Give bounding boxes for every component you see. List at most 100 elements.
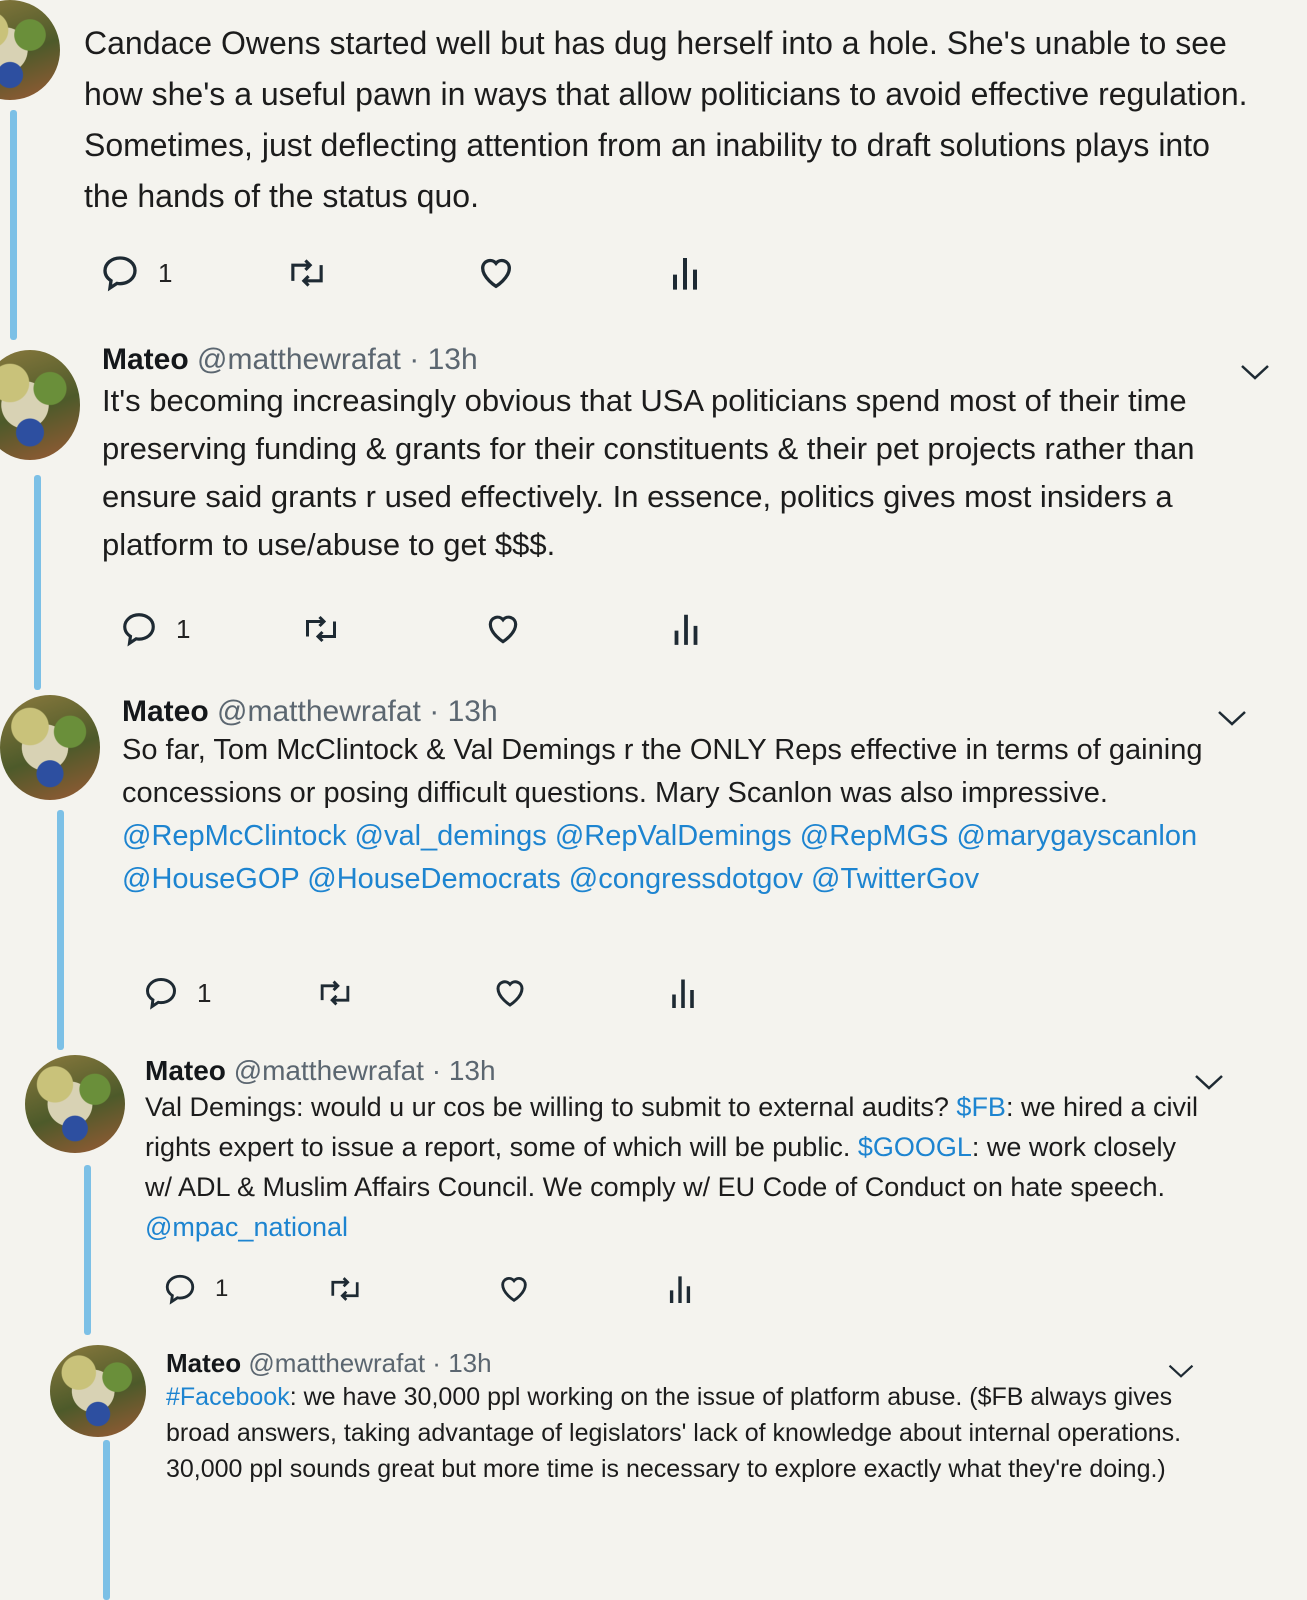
tweet[interactable]: Candace Owens started well but has dug h…	[84, 18, 1264, 222]
retweet-button[interactable]	[285, 253, 329, 293]
like-icon	[488, 615, 518, 644]
reply-count: 1	[176, 613, 191, 644]
user-handle[interactable]: @matthewrafat	[248, 1348, 425, 1378]
analytics-icon	[669, 1276, 691, 1303]
retweet-icon	[320, 980, 350, 1006]
display-name[interactable]: Mateo	[145, 1055, 226, 1086]
tweet-header: Mateo @matthewrafat · 13h	[122, 695, 1232, 729]
retweet-icon	[306, 615, 336, 643]
mention-link[interactable]: @mpac_national	[145, 1212, 348, 1242]
tweet-actions: 1	[143, 975, 723, 1019]
analytics-icon	[673, 258, 697, 290]
thread-line	[57, 810, 64, 1050]
timestamp[interactable]: 13h	[448, 695, 498, 728]
separator-dot: ·	[432, 1348, 441, 1378]
analytics-icon	[674, 614, 698, 645]
tweet-header: Mateo @matthewrafat · 13h	[145, 1055, 1205, 1087]
tweet[interactable]: Mateo @matthewrafat · 13h It's becoming …	[102, 343, 1282, 569]
reply-count: 1	[158, 257, 173, 288]
like-button[interactable]	[496, 1272, 532, 1306]
separator-dot: ·	[409, 343, 420, 376]
display-name[interactable]: Mateo	[122, 695, 209, 728]
tweet-text-plain: Val Demings: would u ur cos be willing t…	[145, 1092, 949, 1122]
tweet[interactable]: Mateo @matthewrafat · 13h Val Demings: w…	[145, 1055, 1205, 1247]
tweet-header: Mateo @matthewrafat · 13h	[166, 1348, 1196, 1379]
like-icon	[480, 258, 512, 289]
tweet-text: #Facebook: we have 30,000 ppl working on…	[166, 1379, 1196, 1487]
user-handle[interactable]: @matthewrafat	[234, 1055, 424, 1086]
retweet-button[interactable]	[300, 610, 342, 648]
reply-icon	[165, 1274, 195, 1305]
tweet-text-plain: : we have 30,000 ppl working on the issu…	[166, 1383, 1182, 1483]
user-handle[interactable]: @matthewrafat	[197, 343, 401, 376]
thread-line	[84, 1165, 91, 1335]
like-icon	[496, 980, 524, 1007]
analytics-button[interactable]	[670, 610, 702, 648]
tweet-header: Mateo @matthewrafat · 13h	[102, 343, 1282, 377]
mention-link[interactable]: @HouseDemocrats	[307, 863, 560, 895]
user-handle[interactable]: @matthewrafat	[217, 695, 421, 728]
like-button[interactable]	[483, 610, 523, 648]
cashtag-link[interactable]: $GOOGL	[858, 1132, 972, 1162]
tweet-text: Val Demings: would u ur cos be willing t…	[145, 1087, 1205, 1247]
reply-button[interactable]: 1	[143, 975, 211, 1011]
tweet[interactable]: Mateo @matthewrafat · 13h So far, Tom Mc…	[122, 695, 1232, 901]
tweet-text: So far, Tom McClintock & Val Demings r t…	[122, 729, 1232, 901]
timestamp[interactable]: 13h	[448, 1348, 491, 1378]
analytics-icon	[672, 979, 694, 1008]
tweet-actions: 1	[120, 610, 740, 654]
tweet-text: It's becoming increasingly obvious that …	[102, 383, 1195, 562]
avatar[interactable]	[25, 1055, 125, 1153]
like-icon	[501, 1277, 527, 1303]
reply-button[interactable]: 1	[163, 1272, 228, 1306]
mention-link[interactable]: @HouseGOP	[122, 863, 299, 895]
retweet-button[interactable]	[326, 1272, 364, 1306]
chevron-down-icon[interactable]	[1238, 360, 1272, 384]
cashtag-link[interactable]: $FB	[956, 1092, 1006, 1122]
reply-icon	[103, 256, 137, 292]
thread-line	[34, 475, 41, 690]
timestamp[interactable]: 13h	[449, 1055, 496, 1086]
display-name[interactable]: Mateo	[102, 343, 189, 376]
reply-count: 1	[215, 1275, 229, 1302]
thread-line	[10, 110, 17, 340]
mention-link[interactable]: @RepMGS	[800, 820, 949, 852]
tweet-text: Candace Owens started well but has dug h…	[84, 25, 1248, 214]
reply-icon	[145, 977, 177, 1010]
separator-dot: ·	[431, 1055, 442, 1086]
timestamp[interactable]: 13h	[428, 343, 478, 376]
hashtag-link[interactable]: #Facebook	[166, 1383, 290, 1411]
avatar[interactable]	[0, 0, 60, 100]
retweet-icon	[291, 259, 323, 287]
avatar[interactable]	[50, 1345, 146, 1437]
tweet[interactable]: Mateo @matthewrafat · 13h #Facebook: we …	[166, 1348, 1196, 1487]
like-button[interactable]	[491, 975, 529, 1011]
mention-link[interactable]: @TwitterGov	[811, 863, 979, 895]
retweet-icon	[331, 1277, 359, 1301]
thread-line	[103, 1440, 110, 1600]
analytics-button[interactable]	[668, 253, 702, 293]
chevron-down-icon[interactable]	[1166, 1360, 1196, 1382]
reply-count: 1	[197, 977, 212, 1008]
tweet-text-plain: So far, Tom McClintock & Val Demings r t…	[122, 734, 1203, 809]
reply-button[interactable]: 1	[100, 253, 172, 293]
mention-link[interactable]: @marygayscanlon	[957, 820, 1198, 852]
analytics-button[interactable]	[668, 975, 698, 1011]
mention-link[interactable]: @RepValDemings	[555, 820, 792, 852]
avatar[interactable]	[0, 350, 80, 460]
avatar[interactable]	[0, 695, 100, 800]
separator-dot: ·	[429, 695, 440, 728]
chevron-down-icon[interactable]	[1192, 1070, 1226, 1094]
like-button[interactable]	[475, 253, 517, 293]
reply-icon	[123, 613, 155, 647]
mention-link[interactable]: @congressdotgov	[569, 863, 803, 895]
tweet-actions: 1	[163, 1272, 723, 1316]
tweet-actions: 1	[100, 253, 740, 297]
mention-link[interactable]: @val_demings	[355, 820, 547, 852]
analytics-button[interactable]	[666, 1272, 694, 1306]
chevron-down-icon[interactable]	[1215, 706, 1249, 730]
display-name[interactable]: Mateo	[166, 1348, 241, 1378]
reply-button[interactable]: 1	[120, 610, 190, 648]
mention-link[interactable]: @RepMcClintock	[122, 820, 346, 852]
retweet-button[interactable]	[315, 975, 355, 1011]
